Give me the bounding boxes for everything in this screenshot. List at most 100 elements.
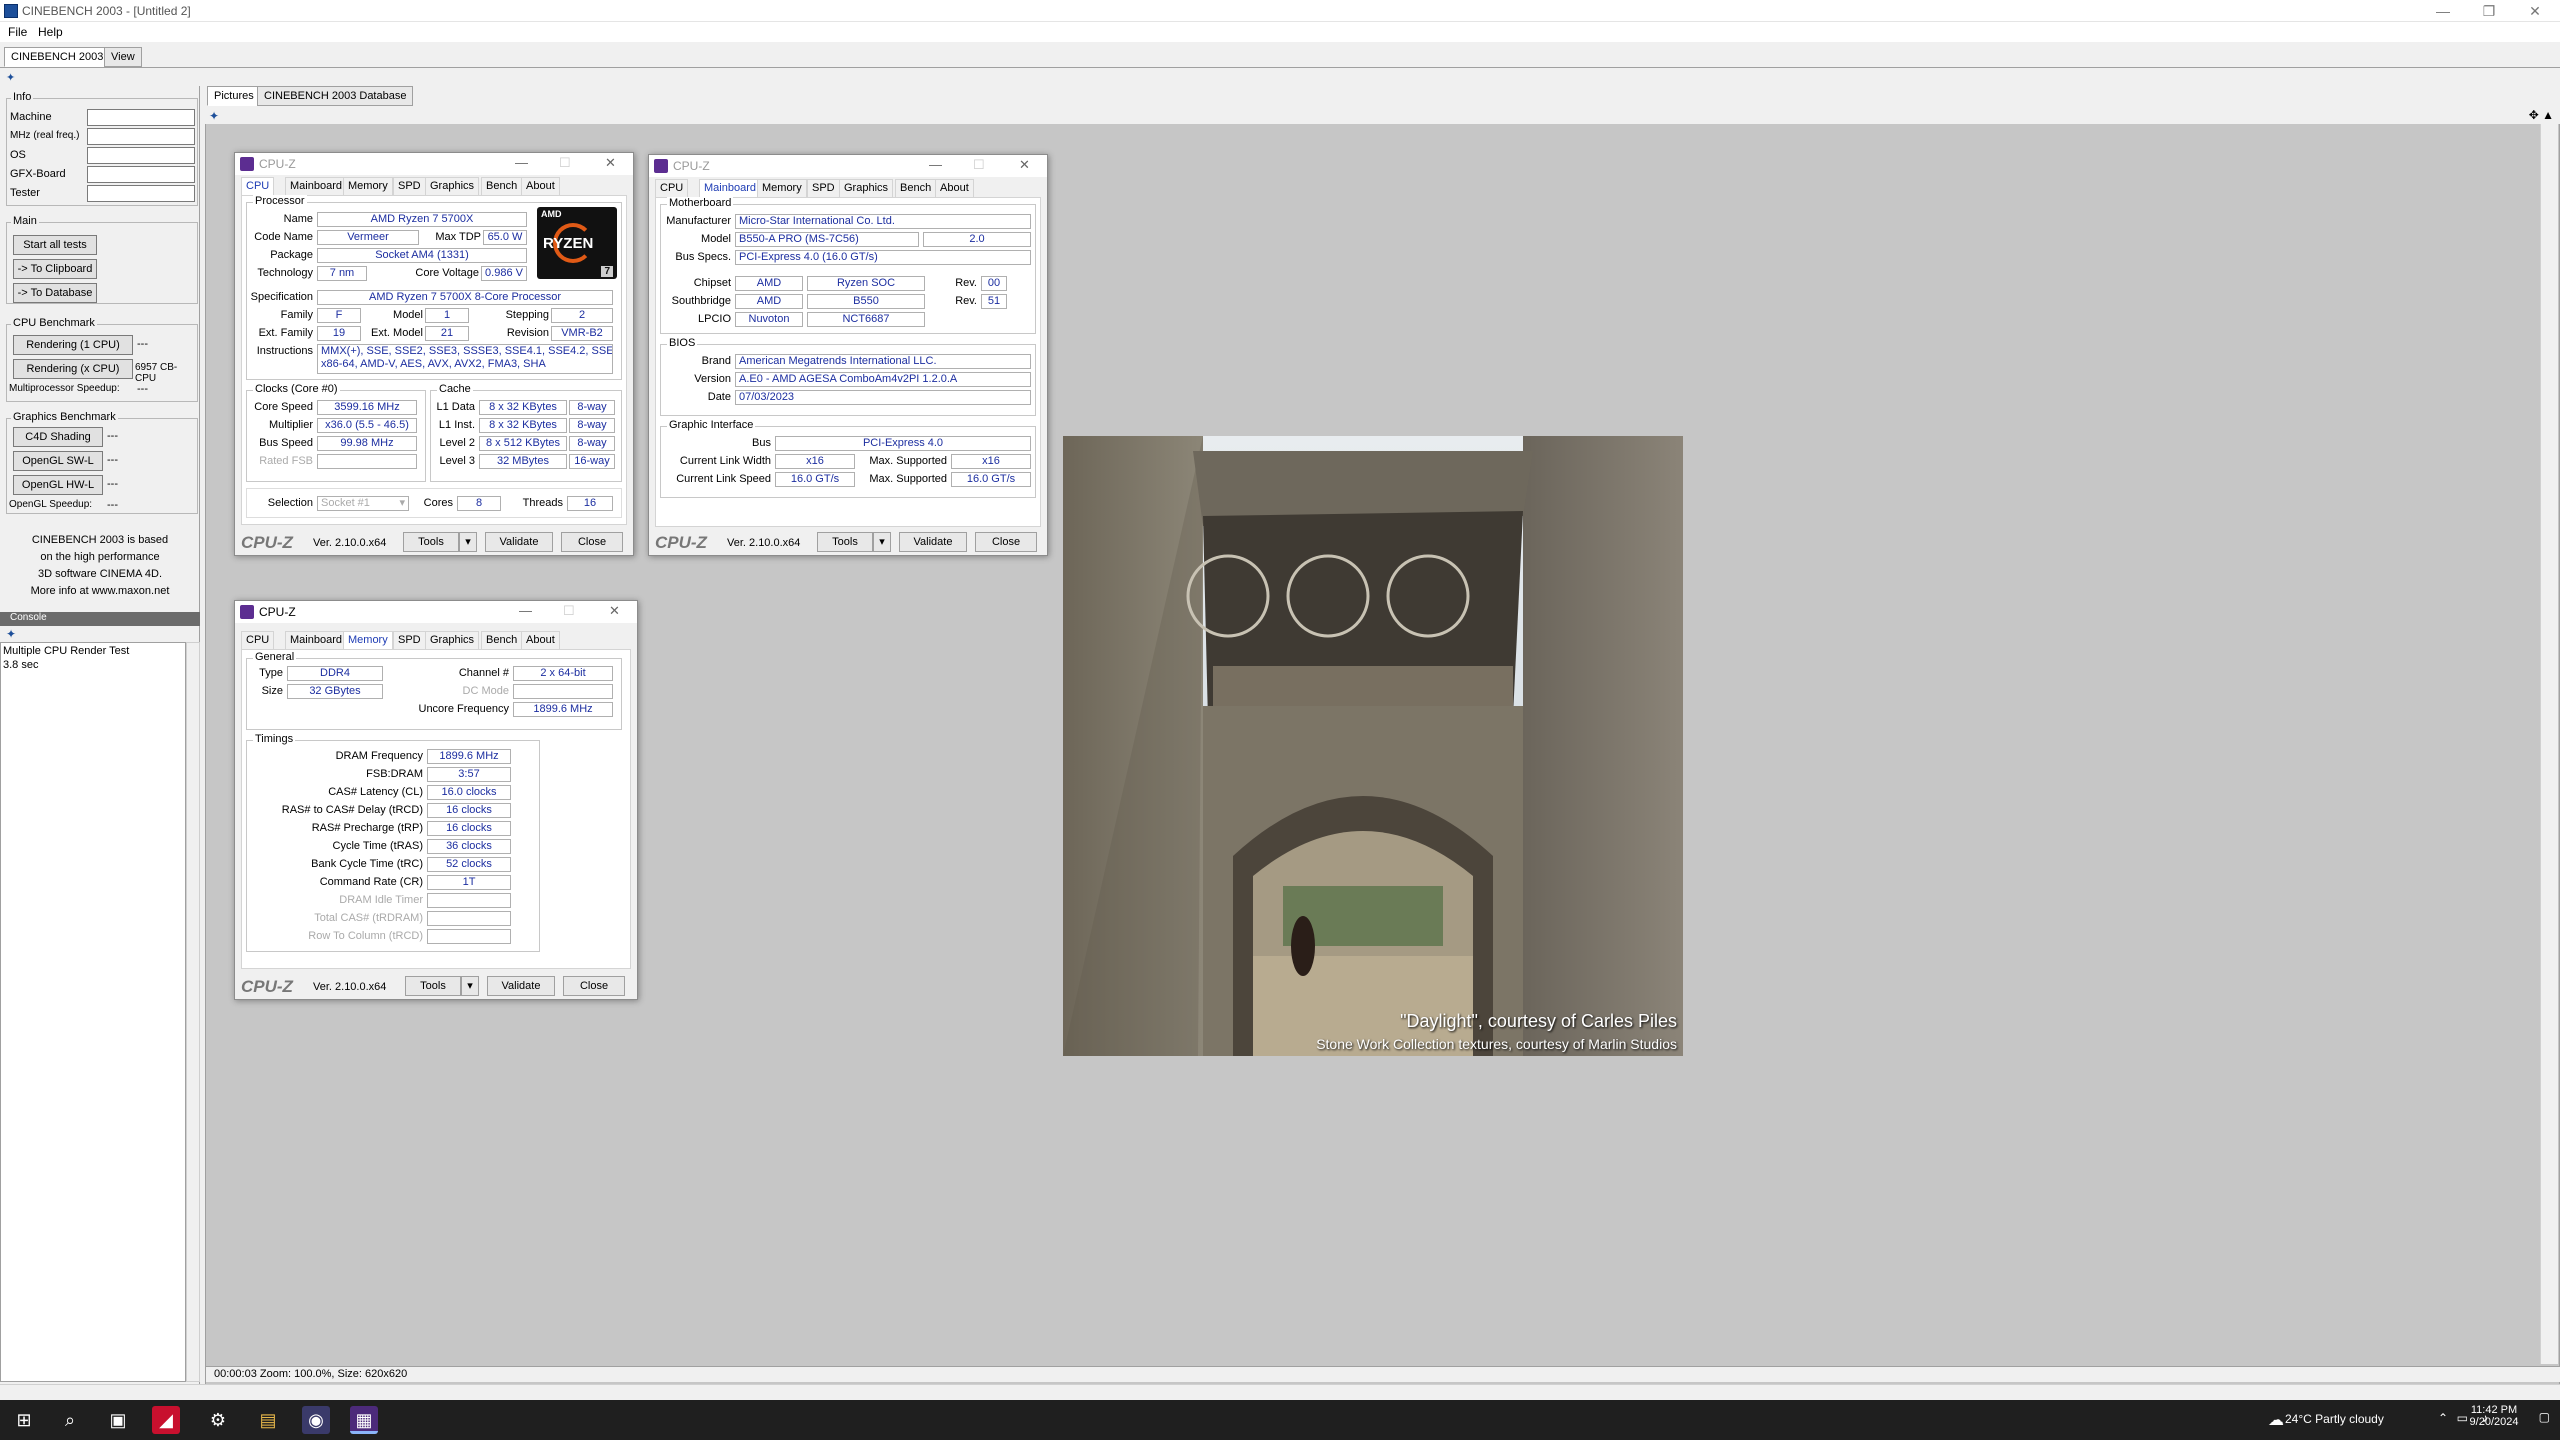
model-label: Model	[701, 233, 731, 245]
timing-value	[427, 929, 511, 944]
pin-icon[interactable]: ✦	[6, 627, 16, 641]
start-all-tests-button[interactable]: Start all tests	[13, 235, 97, 255]
gfx-field[interactable]	[87, 166, 195, 183]
validate-button[interactable]: Validate	[485, 532, 553, 552]
maximize-button[interactable]: ☐	[973, 157, 985, 173]
clock[interactable]: 11:42 PM 9/20/2024	[2464, 1404, 2524, 1428]
tab-spd[interactable]: SPD	[393, 177, 426, 195]
menu-help[interactable]: Help	[38, 25, 63, 39]
tools-button[interactable]: Tools	[817, 532, 873, 552]
weather-icon[interactable]: ☁	[2268, 1410, 2284, 1430]
tab-memory[interactable]: Memory	[343, 631, 393, 649]
close-button[interactable]: Close	[561, 532, 623, 552]
tab-cpu[interactable]: CPU	[241, 631, 275, 649]
pin-icon[interactable]: ✦	[6, 71, 15, 84]
about-line-4: More info at www.maxon.net	[30, 585, 170, 597]
tab-about[interactable]: About	[521, 631, 560, 649]
c4d-shading-button[interactable]: C4D Shading	[13, 427, 103, 447]
move-icon[interactable]: ✥ ▲	[2529, 108, 2554, 122]
tab-about[interactable]: About	[521, 177, 560, 195]
minimize-button[interactable]: —	[519, 603, 532, 618]
file-explorer-icon[interactable]: ▤	[254, 1406, 282, 1434]
validate-button[interactable]: Validate	[899, 532, 967, 552]
minimize-button[interactable]: —	[929, 157, 942, 172]
tab-cpu[interactable]: CPU	[655, 179, 689, 197]
app-icon	[4, 4, 18, 18]
tools-button[interactable]: Tools	[403, 532, 459, 552]
rated-fsb-value	[317, 454, 417, 469]
tab-graphics[interactable]: Graphics	[839, 179, 894, 197]
tools-button[interactable]: Tools	[405, 976, 461, 996]
to-clipboard-button[interactable]: -> To Clipboard	[13, 259, 97, 279]
close-icon[interactable]: ✕	[1019, 157, 1030, 173]
cinebench-taskbar-icon[interactable]: ◉	[302, 1406, 330, 1434]
bios-brand-label: Brand	[701, 355, 731, 367]
close-button[interactable]: Close	[975, 532, 1037, 552]
console-line: 3.8 sec	[3, 659, 39, 671]
mhz-field[interactable]	[87, 128, 195, 145]
restore-button[interactable]: ❐	[2466, 0, 2512, 22]
tab-about[interactable]: About	[935, 179, 974, 197]
opengl-hwl-button[interactable]: OpenGL HW-L	[13, 475, 103, 495]
tab-cinebench[interactable]: CINEBENCH 2003	[4, 47, 111, 67]
tester-field[interactable]	[87, 185, 195, 202]
tab-mainboard[interactable]: Mainboard	[699, 179, 761, 197]
close-button[interactable]: ✕	[2512, 0, 2558, 22]
cpuz-cpu-panel: Processor Name AMD Ryzen 7 5700X Code Na…	[241, 195, 627, 525]
notifications-icon[interactable]: ▢	[2539, 1410, 2550, 1424]
cache-label: Cache	[437, 383, 473, 395]
timing-label: FSB:DRAM	[366, 768, 423, 780]
tools-dropdown-icon[interactable]: ▾	[461, 976, 479, 996]
socket-select[interactable]: Socket #1 ▾	[317, 496, 409, 511]
tab-spd[interactable]: SPD	[807, 179, 840, 197]
tab-mainboard[interactable]: Mainboard	[285, 177, 347, 195]
tools-dropdown-icon[interactable]: ▾	[459, 532, 477, 552]
close-icon[interactable]: ✕	[609, 603, 620, 619]
opengl-swl-button[interactable]: OpenGL SW-L	[13, 451, 103, 471]
pin-icon[interactable]: ✦	[209, 109, 219, 123]
tab-bench[interactable]: Bench	[895, 179, 937, 197]
close-button[interactable]: Close	[563, 976, 625, 996]
tab-graphics[interactable]: Graphics	[425, 177, 480, 195]
bus-speed-label: Bus Speed	[259, 437, 313, 449]
tab-bench[interactable]: Bench	[481, 631, 523, 649]
tab-view[interactable]: View	[104, 47, 142, 67]
weather-text[interactable]: 24°C Partly cloudy	[2285, 1412, 2405, 1426]
tab-graphics[interactable]: Graphics	[425, 631, 480, 649]
os-field[interactable]	[87, 147, 195, 164]
info-group: Info Machine MHz (real freq.) OS GFX-Boa…	[6, 91, 198, 206]
menu-file[interactable]: File	[8, 25, 27, 39]
task-view-icon[interactable]: ▣	[104, 1406, 132, 1434]
rendering-1cpu-button[interactable]: Rendering (1 CPU)	[13, 335, 133, 355]
settings-app-icon[interactable]: ⚙	[204, 1406, 232, 1434]
tab-memory[interactable]: Memory	[343, 177, 393, 195]
horizontal-scrollbar[interactable]	[0, 1384, 2560, 1398]
console-scrollbar[interactable]	[186, 642, 200, 1382]
close-icon[interactable]: ✕	[605, 155, 616, 171]
search-icon[interactable]: ⌕	[56, 1406, 84, 1434]
gi-bus-value: PCI-Express 4.0	[775, 436, 1031, 451]
tab-spd[interactable]: SPD	[393, 631, 426, 649]
minimize-button[interactable]: —	[515, 155, 528, 170]
tab-cpu[interactable]: CPU	[241, 177, 275, 195]
tools-dropdown-icon[interactable]: ▾	[873, 532, 891, 552]
tab-memory[interactable]: Memory	[757, 179, 807, 197]
rendering-xcpu-button[interactable]: Rendering (x CPU)	[13, 359, 133, 379]
minimize-button[interactable]: —	[2420, 0, 2466, 22]
tab-pictures[interactable]: Pictures	[207, 86, 261, 106]
start-icon[interactable]: ⊞	[10, 1406, 38, 1434]
validate-button[interactable]: Validate	[487, 976, 555, 996]
machine-field[interactable]	[87, 109, 195, 126]
cpuz-taskbar-icon[interactable]: ▦	[350, 1406, 378, 1434]
to-database-button[interactable]: -> To Database	[13, 283, 97, 303]
maximize-button[interactable]: ☐	[563, 603, 575, 619]
maximize-button[interactable]: ☐	[559, 155, 571, 171]
vertical-scrollbar[interactable]	[2540, 124, 2558, 1364]
cpuz-mainboard-window: CPU-Z — ☐ ✕ CPU Mainboard Memory SPD Gra…	[648, 154, 1048, 556]
tab-bench[interactable]: Bench	[481, 177, 523, 195]
tab-mainboard[interactable]: Mainboard	[285, 631, 347, 649]
amd-app-icon[interactable]: ◢	[152, 1406, 180, 1434]
chevron-up-icon[interactable]: ⌃	[2438, 1411, 2448, 1425]
instructions-line-1: MMX(+), SSE, SSE2, SSE3, SSSE3, SSE4.1, …	[321, 345, 613, 357]
tab-database[interactable]: CINEBENCH 2003 Database	[257, 86, 414, 106]
